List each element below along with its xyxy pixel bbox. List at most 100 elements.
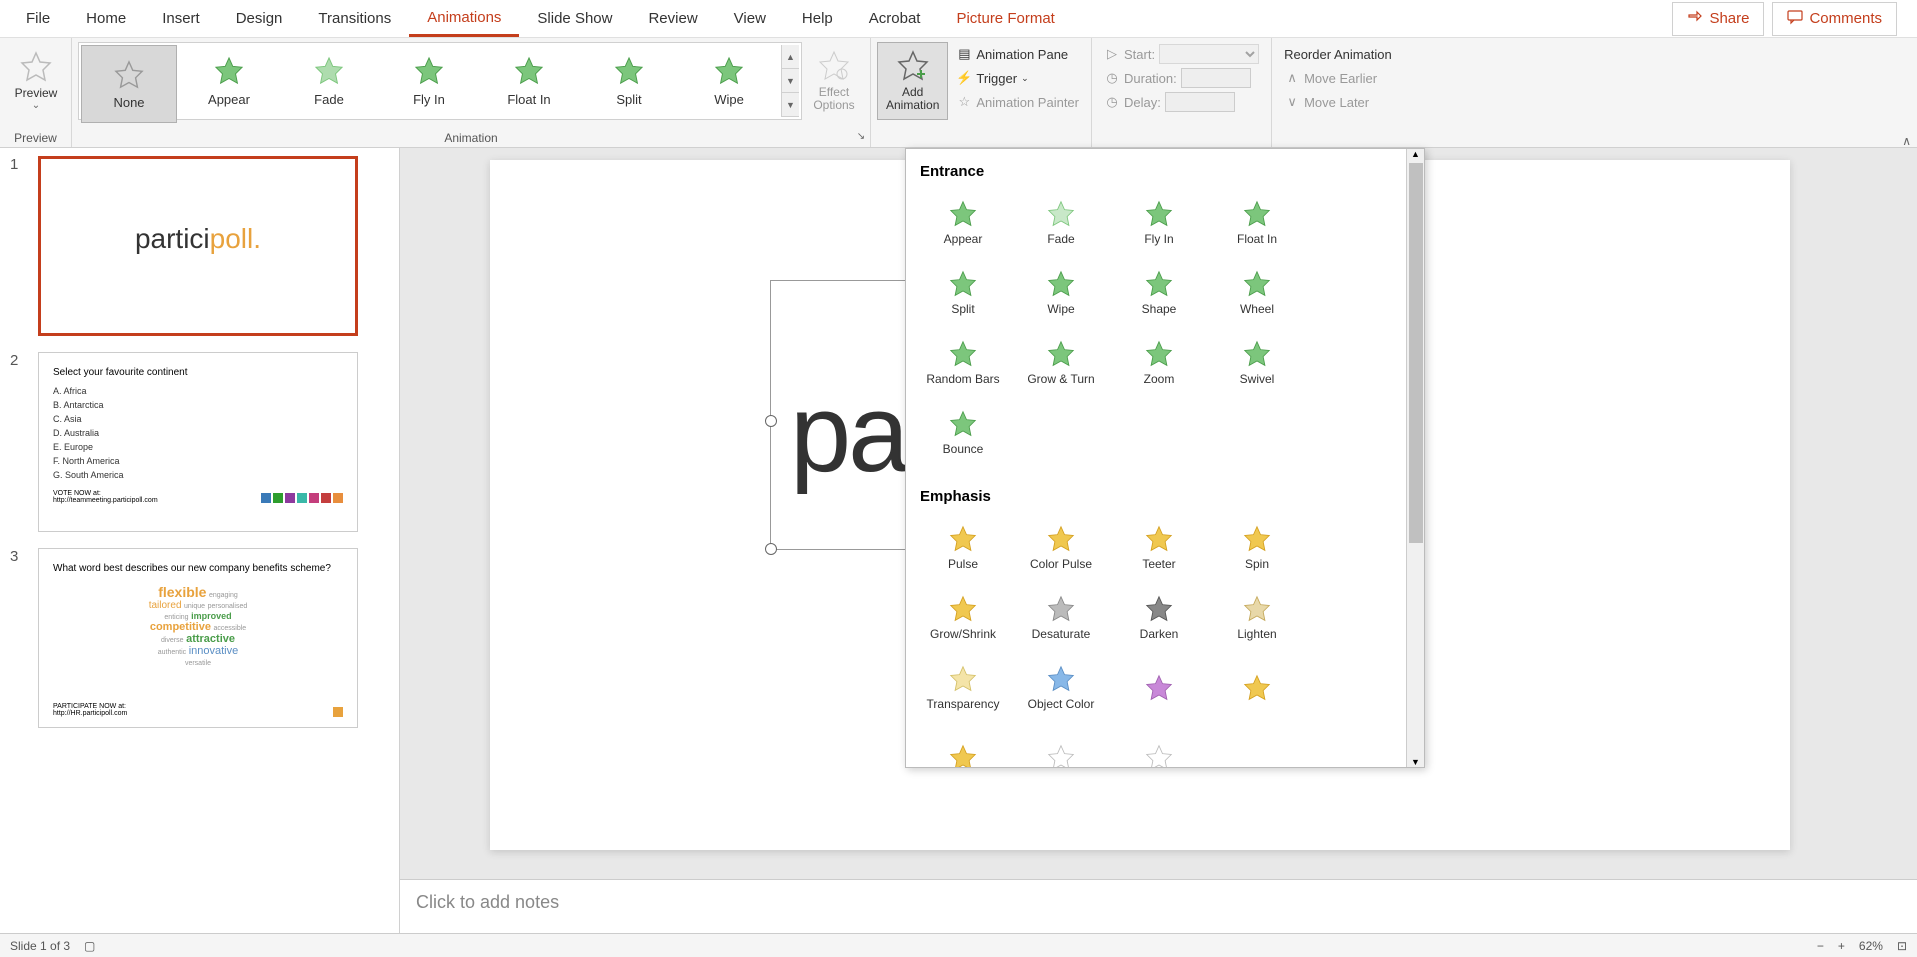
accessibility-icon[interactable]: ▢ — [84, 939, 95, 953]
dd-growshrink[interactable]: Grow/Shrink — [914, 583, 1012, 653]
dd-pulse[interactable]: Pulse — [914, 513, 1012, 583]
comments-button[interactable]: Comments — [1772, 2, 1897, 36]
star-green-icon — [1243, 200, 1271, 228]
move-earlier-button[interactable]: ∧ Move Earlier — [1278, 66, 1398, 90]
thumb-slide-3[interactable]: What word best describes our new company… — [38, 548, 358, 728]
zoom-level: 62% — [1859, 939, 1883, 953]
share-button[interactable]: Share — [1672, 2, 1764, 36]
tab-picture-format[interactable]: Picture Format — [938, 2, 1072, 35]
duration-input[interactable] — [1181, 68, 1251, 88]
gallery-scroll-down[interactable]: ▼ — [782, 69, 799, 93]
entrance-grid: Appear Fade Fly In Float In Split Wipe S… — [906, 188, 1406, 468]
start-select[interactable] — [1159, 44, 1259, 64]
gallery-expand[interactable]: ▼ — [782, 93, 799, 117]
tab-animations[interactable]: Animations — [409, 1, 519, 37]
thumb-2-list: A. Africa B. Antarctica C. Asia D. Austr… — [53, 384, 343, 482]
star-multi-icon — [1047, 665, 1075, 693]
dd-extra5[interactable] — [1110, 723, 1208, 767]
dd-objectcolor[interactable]: Object Color — [1012, 653, 1110, 723]
animation-painter-button[interactable]: ☆ Animation Painter — [950, 90, 1085, 114]
preview-label: Preview — [15, 87, 58, 100]
emphasis-heading: Emphasis — [906, 480, 1406, 513]
trigger-button[interactable]: ⚡ Trigger ⌄ — [950, 66, 1085, 90]
tab-file[interactable]: File — [8, 2, 68, 35]
star-outline-icon — [1145, 744, 1173, 767]
move-later-button[interactable]: ∨ Move Later — [1278, 90, 1398, 114]
animation-flyin[interactable]: Fly In — [381, 45, 477, 117]
dd-swivel[interactable]: Swivel — [1208, 328, 1306, 398]
animation-split[interactable]: Split — [581, 45, 677, 117]
dd-growturn[interactable]: Grow & Turn — [1012, 328, 1110, 398]
zoom-plus[interactable]: + — [1838, 939, 1845, 953]
tab-view[interactable]: View — [716, 2, 784, 35]
tab-home[interactable]: Home — [68, 2, 144, 35]
dd-lighten[interactable]: Lighten — [1208, 583, 1306, 653]
dd-extra4[interactable] — [1012, 723, 1110, 767]
animation-floatin[interactable]: Float In — [481, 45, 577, 117]
dd-colorpulse[interactable]: Color Pulse — [1012, 513, 1110, 583]
delay-input[interactable] — [1165, 92, 1235, 112]
animation-wipe[interactable]: Wipe — [681, 45, 777, 117]
tab-transitions[interactable]: Transitions — [300, 2, 409, 35]
thumb-2-title: Select your favourite continent — [53, 367, 343, 378]
add-animation-button[interactable]: Add Animation — [877, 42, 948, 120]
dd-bounce[interactable]: Bounce — [914, 398, 1012, 468]
tab-acrobat[interactable]: Acrobat — [851, 2, 939, 35]
tab-review[interactable]: Review — [630, 2, 715, 35]
animation-appear[interactable]: Appear — [181, 45, 277, 117]
gallery-scroll-up[interactable]: ▲ — [782, 45, 799, 69]
dropdown-scroll-thumb[interactable] — [1409, 163, 1423, 543]
dd-extra3[interactable] — [914, 723, 1012, 767]
dd-appear[interactable]: Appear — [914, 188, 1012, 258]
emphasis-grid: Pulse Color Pulse Teeter Spin Grow/Shrin… — [906, 513, 1406, 767]
dd-transparency[interactable]: Transparency — [914, 653, 1012, 723]
star-yellow-icon — [949, 744, 977, 767]
thumb-slide-2[interactable]: Select your favourite continent A. Afric… — [38, 352, 358, 532]
fit-to-window[interactable]: ⊡ — [1897, 939, 1907, 953]
gallery-scroll: ▲ ▼ ▼ — [781, 45, 799, 117]
star-transp-icon — [949, 665, 977, 693]
dd-floatin[interactable]: Float In — [1208, 188, 1306, 258]
notes-pane[interactable]: Click to add notes — [400, 879, 1917, 933]
animation-dialog-launcher[interactable]: ↘ — [854, 131, 868, 145]
dd-teeter[interactable]: Teeter — [1110, 513, 1208, 583]
animation-painter-label: Animation Painter — [976, 95, 1079, 110]
tab-slideshow[interactable]: Slide Show — [519, 2, 630, 35]
dd-zoom[interactable]: Zoom — [1110, 328, 1208, 398]
star-outline-icon — [20, 51, 52, 83]
animation-none[interactable]: None — [81, 45, 177, 123]
thumb-slide-1[interactable]: participoll. — [38, 156, 358, 336]
zoom-minus[interactable]: − — [1817, 939, 1824, 953]
star-green-icon — [1243, 270, 1271, 298]
animation-fade[interactable]: Fade — [281, 45, 377, 117]
dd-wheel[interactable]: Wheel — [1208, 258, 1306, 328]
thumb-3-participate: PARTICIPATE NOW at: http://HR.participol… — [53, 703, 127, 717]
duration-icon: ◷ — [1104, 70, 1120, 86]
dropdown-scrollbar[interactable]: ▲ ▼ — [1406, 149, 1424, 767]
animation-gallery: None Appear Fade Fly In Float In — [78, 42, 802, 120]
tab-help[interactable]: Help — [784, 2, 851, 35]
dd-randombars[interactable]: Random Bars — [914, 328, 1012, 398]
ribbon-tabs: File Home Insert Design Transitions Anim… — [0, 0, 1917, 38]
dd-fade[interactable]: Fade — [1012, 188, 1110, 258]
timing-delay-row: ◷ Delay: — [1098, 90, 1265, 114]
reorder-label: Reorder Animation — [1284, 47, 1392, 62]
dd-desaturate[interactable]: Desaturate — [1012, 583, 1110, 653]
star-green-icon — [714, 56, 744, 86]
dd-darken[interactable]: Darken — [1110, 583, 1208, 653]
dd-extra2[interactable] — [1208, 653, 1306, 723]
dd-extra1[interactable] — [1110, 653, 1208, 723]
effect-options-button[interactable]: Effect Options — [804, 42, 864, 120]
preview-button[interactable]: Preview ⌄ — [6, 42, 66, 120]
dd-spin[interactable]: Spin — [1208, 513, 1306, 583]
dd-split[interactable]: Split — [914, 258, 1012, 328]
dd-flyin[interactable]: Fly In — [1110, 188, 1208, 258]
animation-split-label: Split — [616, 92, 641, 107]
animation-pane-button[interactable]: ▤ Animation Pane — [950, 42, 1085, 66]
ribbon-collapse[interactable]: ∧ — [1902, 134, 1911, 148]
tab-design[interactable]: Design — [218, 2, 301, 35]
star-effect-icon — [818, 50, 850, 82]
tab-insert[interactable]: Insert — [144, 2, 218, 35]
dd-wipe[interactable]: Wipe — [1012, 258, 1110, 328]
dd-shape[interactable]: Shape — [1110, 258, 1208, 328]
